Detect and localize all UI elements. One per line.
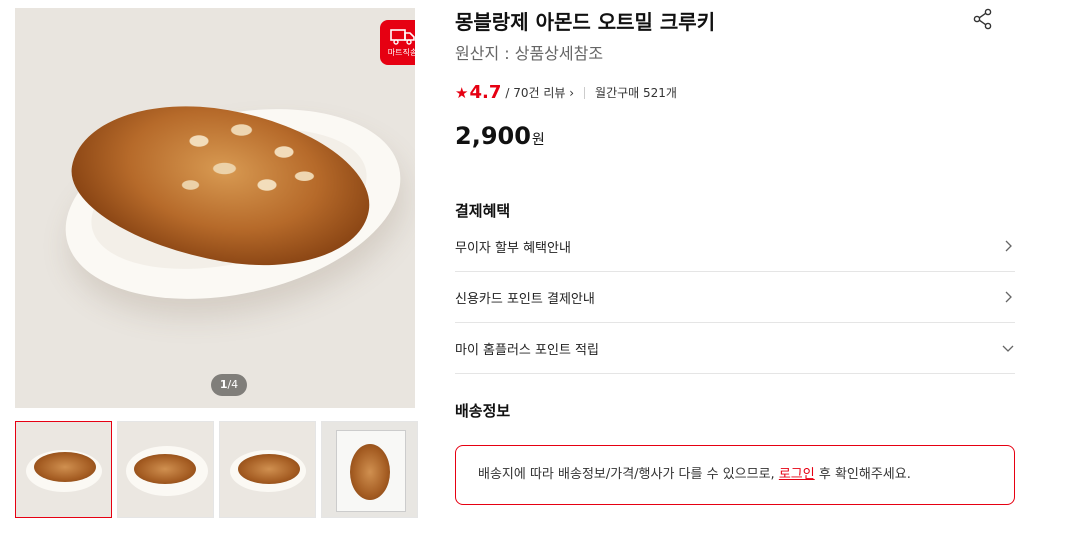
chevron-down-icon: [1002, 345, 1014, 352]
thumbnail-strip: [15, 421, 418, 518]
delivery-notice: 배송지에 따라 배송정보/가격/행사가 다를 수 있으므로, 로그인 후 확인해…: [455, 445, 1015, 505]
benefit-label: 신용카드 포인트 결제안내: [455, 291, 595, 307]
payment-benefits-title: 결제혜택: [455, 202, 511, 220]
thumb-croissant: [350, 444, 390, 500]
rating-row: ★ 4.7 / 70건 리뷰 › 월간구매 521개: [455, 82, 677, 103]
thumb-croissant: [34, 452, 96, 482]
notice-text-after: 후 확인해주세요.: [818, 467, 911, 482]
thumbnail-1[interactable]: [15, 421, 112, 518]
thumb-croissant: [238, 454, 300, 484]
delivery-info-title: 배송정보: [455, 402, 511, 420]
benefit-label: 무이자 할부 혜택안내: [455, 240, 571, 256]
notice-text-before: 배송지에 따라 배송정보/가격/행사가 다를 수 있으므로,: [478, 467, 775, 482]
login-link[interactable]: 로그인: [779, 467, 815, 482]
monthly-purchases: 월간구매 521개: [595, 86, 677, 100]
product-price: 2,900원: [455, 122, 545, 150]
product-origin: 원산지 : 상품상세참조: [455, 44, 604, 63]
star-icon: ★: [455, 83, 469, 102]
chevron-right-icon: [1005, 240, 1012, 252]
benefit-my-homeplus-points[interactable]: 마이 홈플러스 포인트 적립: [455, 323, 1015, 374]
mart-delivery-badge: 마트직송: [380, 20, 415, 65]
benefit-label: 마이 홈플러스 포인트 적립: [455, 342, 599, 358]
product-title: 몽블랑제 아몬드 오트밀 크루키: [455, 10, 716, 34]
thumbnail-4[interactable]: [321, 421, 418, 518]
review-count: / 70건 리뷰: [505, 86, 566, 100]
badge-label: 마트직송: [387, 48, 415, 57]
rating-score: 4.7: [469, 82, 502, 103]
benefit-installment[interactable]: 무이자 할부 혜택안내: [455, 221, 1015, 272]
product-detail-page: 마트직송 1/4 몽블랑제 아몬드 오트밀 크루키 원산지 : 상품상세참조 ★…: [0, 0, 1066, 547]
price-value: 2,900: [455, 122, 531, 150]
benefit-card-points[interactable]: 신용카드 포인트 결제안내: [455, 272, 1015, 323]
review-link[interactable]: / 70건 리뷰 ›: [505, 84, 574, 101]
image-counter: 1/4: [211, 374, 247, 396]
price-unit: 원: [531, 132, 545, 148]
truck-icon: [389, 29, 415, 45]
chevron-right-icon: [1005, 291, 1012, 303]
share-icon[interactable]: [972, 8, 994, 30]
thumb-croissant: [134, 454, 196, 484]
thumbnail-2[interactable]: [117, 421, 214, 518]
thumbnail-3[interactable]: [219, 421, 316, 518]
almond-topping-shape: [165, 108, 335, 218]
chevron-right-icon: ›: [569, 86, 575, 100]
divider: [584, 86, 586, 99]
main-product-image[interactable]: 마트직송 1/4: [15, 8, 415, 408]
counter-total: /4: [227, 378, 239, 391]
